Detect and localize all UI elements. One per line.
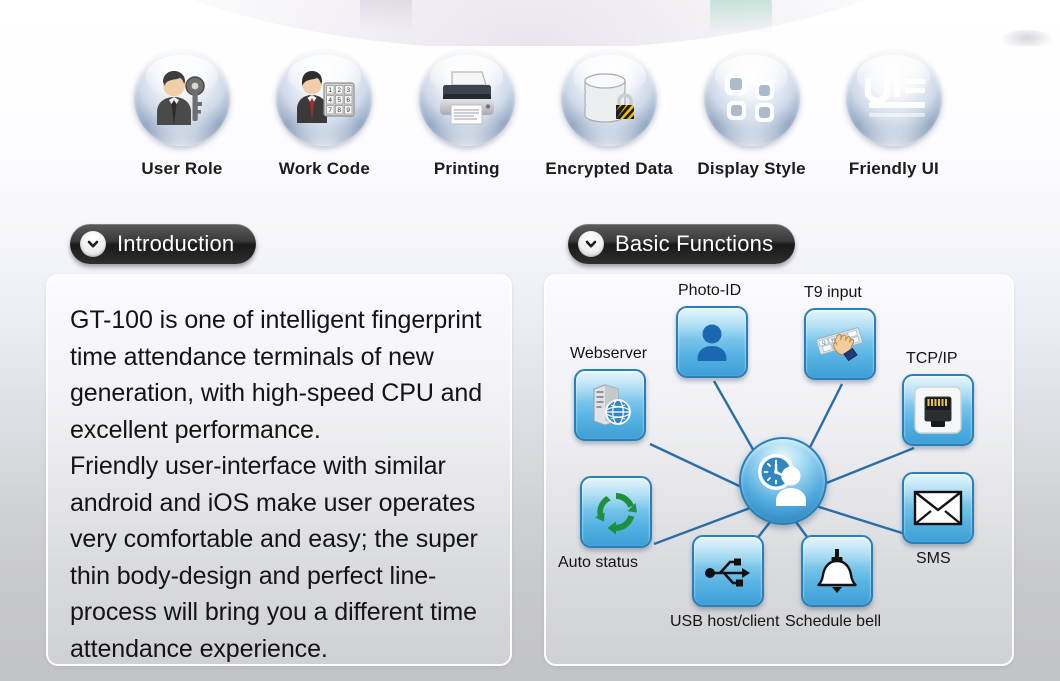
feature-label: Encrypted Data — [545, 159, 673, 178]
section-header-introduction[interactable]: Introduction — [70, 224, 257, 264]
node-label: SMS — [916, 550, 951, 567]
database-lock-icon — [561, 50, 658, 146]
bell-icon — [801, 535, 873, 607]
person-portrait-icon — [676, 306, 748, 378]
envelope-icon — [902, 472, 974, 544]
printer-icon — [418, 50, 515, 146]
section-header-basic-functions[interactable]: Basic Functions — [568, 224, 796, 264]
node-label: T9 input — [804, 284, 862, 301]
top-banner-image — [0, 0, 1060, 46]
feature-encrypted-data[interactable]: Encrypted Data — [545, 50, 673, 179]
ui-lines-icon — [845, 50, 942, 146]
svg-text:7: 7 — [329, 107, 333, 114]
user-key-icon — [134, 50, 230, 146]
svg-text:6: 6 — [347, 97, 351, 104]
basic-functions-panel: Photo-ID T9 input Q W Webserver TCP/IP A… — [544, 274, 1014, 666]
banner-orb — [1000, 30, 1054, 46]
chevron-down-icon — [578, 231, 604, 257]
four-squares-icon — [703, 50, 800, 146]
svg-text:3: 3 — [347, 87, 351, 94]
section-title: Basic Functions — [615, 231, 774, 256]
hand-keyboard-icon: QWE — [804, 308, 876, 380]
node-label: Auto status — [558, 554, 639, 571]
ethernet-port-icon — [902, 374, 974, 446]
node-auto-status[interactable]: Auto status — [558, 476, 652, 571]
banner-arc — [80, 0, 980, 46]
svg-text:4: 4 — [329, 97, 333, 104]
feature-user-role[interactable]: User Role — [118, 50, 246, 179]
node-label: Webserver — [570, 345, 648, 362]
clock-person-icon — [753, 450, 813, 513]
feature-label: Display Style — [697, 159, 806, 178]
banner-lilac-streak — [360, 0, 412, 34]
node-usb[interactable]: USB host/client — [670, 535, 779, 630]
banner-green-streak — [710, 0, 772, 40]
introduction-panel: GT-100 is one of intelligent fingerprint… — [46, 274, 512, 666]
node-sms[interactable]: SMS — [902, 472, 974, 567]
user-keypad-icon: 123 456 789 — [276, 50, 373, 146]
feature-icon-row: User Role 123 456 789 Work Code Printing… — [118, 50, 958, 190]
feature-display-style[interactable]: Display Style — [688, 50, 816, 179]
introduction-body-text: GT-100 is one of intelligent fingerprint… — [70, 306, 483, 663]
node-photo-id[interactable]: Photo-ID — [676, 282, 748, 378]
svg-text:9: 9 — [347, 107, 351, 114]
svg-text:5: 5 — [338, 97, 342, 104]
feature-printing[interactable]: Printing — [403, 50, 531, 179]
chevron-down-icon — [80, 231, 106, 257]
time-attendance-hub[interactable] — [739, 437, 827, 525]
recycle-arrows-icon — [580, 476, 652, 548]
feature-label: Work Code — [278, 159, 370, 178]
feature-label: Friendly UI — [848, 159, 939, 178]
node-label: Photo-ID — [678, 282, 742, 299]
feature-friendly-ui[interactable]: Friendly UI — [830, 50, 958, 179]
node-tcp-ip[interactable]: TCP/IP — [902, 350, 974, 446]
node-schedule-bell[interactable]: Schedule bell — [785, 535, 881, 630]
usb-icon — [692, 535, 764, 607]
svg-text:8: 8 — [338, 107, 342, 114]
svg-text:2: 2 — [338, 87, 342, 94]
node-label: USB host/client — [670, 613, 780, 630]
feature-work-code[interactable]: 123 456 789 Work Code — [260, 50, 388, 179]
node-label: Schedule bell — [785, 613, 882, 630]
svg-text:1: 1 — [329, 87, 333, 94]
section-title: Introduction — [117, 231, 235, 256]
node-webserver[interactable]: Webserver — [570, 345, 647, 441]
server-globe-icon — [574, 369, 646, 441]
functions-diagram: Photo-ID T9 input Q W Webserver TCP/IP A… — [546, 276, 1012, 664]
feature-label: Printing — [433, 159, 500, 178]
node-t9-input[interactable]: T9 input QWE — [804, 284, 876, 380]
feature-label: User Role — [141, 159, 223, 178]
node-label: TCP/IP — [906, 350, 958, 367]
